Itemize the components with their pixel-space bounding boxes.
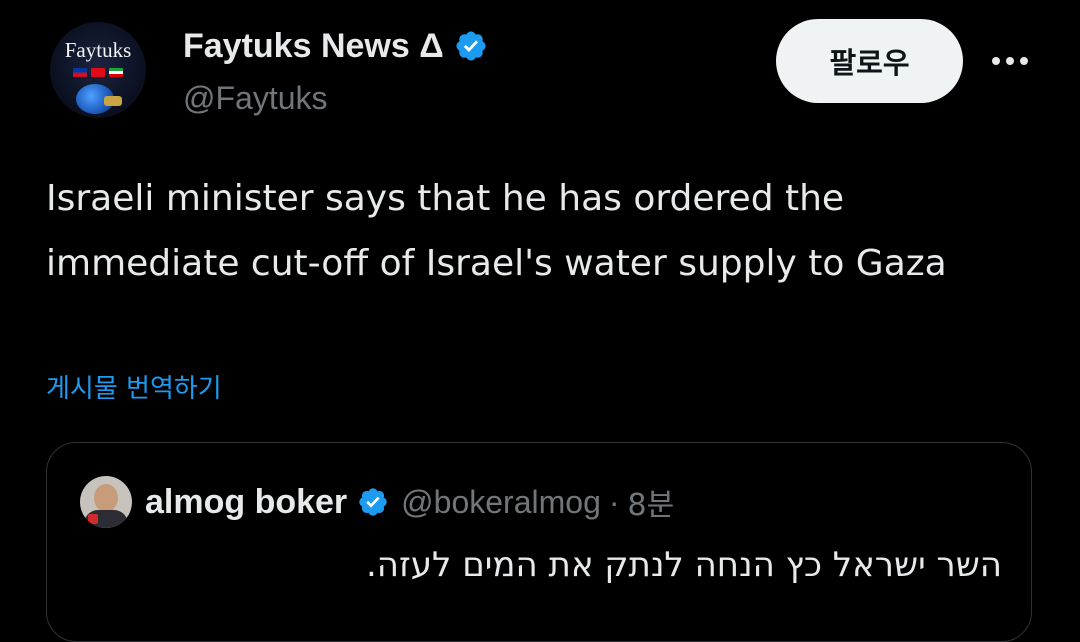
verified-badge-icon [357, 486, 389, 518]
author-handle[interactable]: @Faytuks [183, 80, 328, 117]
author-display-name[interactable]: Faytuks News Δ [183, 27, 444, 66]
more-options-button[interactable] [986, 42, 1034, 80]
quote-author-avatar[interactable] [80, 476, 132, 528]
avatar-coins [104, 96, 122, 106]
quote-separator: · [608, 483, 620, 520]
quote-header: almog boker @bokeralmog · 8분 [145, 480, 674, 524]
translate-post-link[interactable]: 게시물 번역하기 [46, 368, 222, 405]
author-avatar[interactable]: Faytuks [50, 22, 146, 118]
avatar-logo-text: Faytuks [64, 38, 132, 62]
author-name-row: Faytuks News Δ [183, 26, 488, 66]
quote-timestamp[interactable]: 8분 [628, 480, 675, 524]
avatar-flags [66, 68, 130, 78]
tweet-text: Israeli minister says that he has ordere… [46, 178, 947, 284]
more-horizontal-icon [992, 57, 1028, 65]
quote-text: השר ישראל כץ הנחה לנתק את המים לעזה. [365, 545, 1002, 585]
verified-badge-icon [454, 29, 488, 63]
quote-author-name[interactable]: almog boker [145, 483, 347, 522]
follow-button[interactable]: 팔로우 [776, 19, 963, 103]
quote-author-handle[interactable]: @bokeralmog [401, 484, 601, 521]
